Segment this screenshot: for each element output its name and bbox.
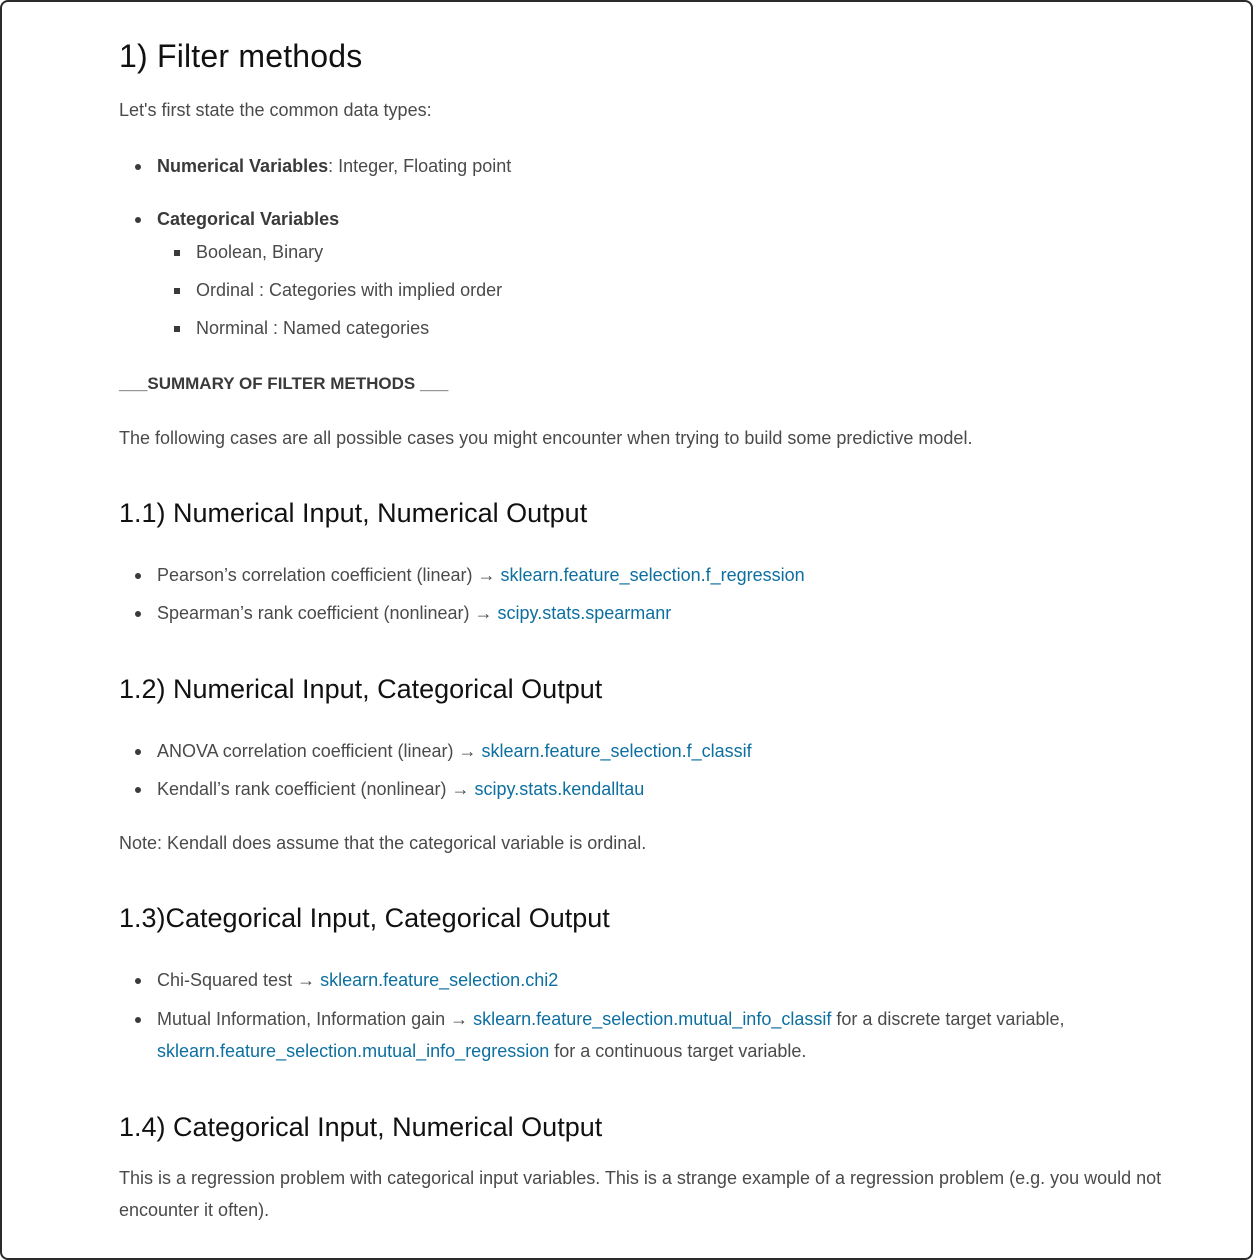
- categorical-label: Categorical Variables: [157, 209, 340, 229]
- summary-heading: ___SUMMARY OF FILTER METHODS ___: [119, 374, 449, 393]
- list-item-numerical: Numerical Variables: Integer, Floating p…: [119, 150, 511, 182]
- list-item: Kendall’s rank coefficient (nonlinear) →…: [119, 773, 752, 805]
- link-kendalltau[interactable]: scipy.stats.kendalltau: [475, 779, 645, 799]
- link-f-classif[interactable]: sklearn.feature_selection.f_classif: [481, 741, 751, 761]
- page-title: 1) Filter methods: [119, 38, 363, 74]
- section-list-1-2: ANOVA correlation coefficient (linear) →…: [119, 735, 752, 805]
- item-text: Chi-Squared test →: [157, 970, 321, 990]
- section-text-1-4: This is a regression problem with catego…: [119, 1168, 1162, 1220]
- item-text: Spearman’s rank coefficient (nonlinear) …: [157, 603, 498, 623]
- link-chi2[interactable]: sklearn.feature_selection.chi2: [320, 970, 558, 990]
- list-item: Chi-Squared test → sklearn.feature_selec…: [119, 964, 1229, 996]
- item-text: Pearson’s correlation coefficient (linea…: [157, 565, 501, 585]
- list-item: ANOVA correlation coefficient (linear) →…: [119, 735, 752, 767]
- sublist-item: Boolean, Binary: [119, 236, 502, 268]
- link-mutual-info-classif[interactable]: sklearn.feature_selection.mutual_info_cl…: [473, 1009, 831, 1029]
- intro-text: Let's first state the common data types:: [119, 100, 432, 120]
- section-heading-1-3: 1.3)Categorical Input, Categorical Outpu…: [119, 903, 610, 933]
- link-f-regression[interactable]: sklearn.feature_selection.f_regression: [501, 565, 805, 585]
- item-text: Mutual Information, Information gain →: [157, 1009, 474, 1029]
- list-item: Mutual Information, Information gain → s…: [119, 1003, 1229, 1067]
- sublist-item: Ordinal : Categories with implied order: [119, 274, 502, 306]
- list-item: Pearson’s correlation coefficient (linea…: [119, 559, 805, 591]
- item-text: for a discrete target variable,: [831, 1009, 1065, 1029]
- sublist-item: Norminal : Named categories: [119, 312, 502, 344]
- link-mutual-info-regression[interactable]: sklearn.feature_selection.mutual_info_re…: [157, 1041, 549, 1061]
- numerical-label: Numerical Variables: [157, 156, 329, 176]
- item-text: ANOVA correlation coefficient (linear) →: [157, 741, 482, 761]
- item-text: for a continuous target variable.: [549, 1041, 807, 1061]
- summary-text: The following cases are all possible cas…: [119, 428, 973, 448]
- section-heading-1-2: 1.2) Numerical Input, Categorical Output: [119, 674, 603, 704]
- section-heading-1-1: 1.1) Numerical Input, Numerical Output: [119, 498, 588, 528]
- item-text: Kendall’s rank coefficient (nonlinear) →: [157, 779, 475, 799]
- note-text: Note: Kendall does assume that the categ…: [119, 833, 647, 853]
- link-spearmanr[interactable]: scipy.stats.spearmanr: [498, 603, 672, 623]
- categorical-list: Categorical Variables: [119, 203, 339, 235]
- section-list-1-1: Pearson’s correlation coefficient (linea…: [119, 559, 805, 629]
- section-heading-1-4: 1.4) Categorical Input, Numerical Output: [119, 1112, 603, 1142]
- notebook-cell: 1) Filter methods Let's first state the …: [0, 0, 1253, 1260]
- list-item-categorical: Categorical Variables: [119, 203, 339, 235]
- list-item: Spearman’s rank coefficient (nonlinear) …: [119, 597, 805, 629]
- section-list-1-3: Chi-Squared test → sklearn.feature_selec…: [119, 964, 1229, 1067]
- numerical-desc: : Integer, Floating point: [328, 156, 512, 176]
- categorical-sublist: Boolean, Binary Ordinal : Categories wit…: [119, 236, 502, 344]
- data-types-list: Numerical Variables: Integer, Floating p…: [119, 150, 511, 182]
